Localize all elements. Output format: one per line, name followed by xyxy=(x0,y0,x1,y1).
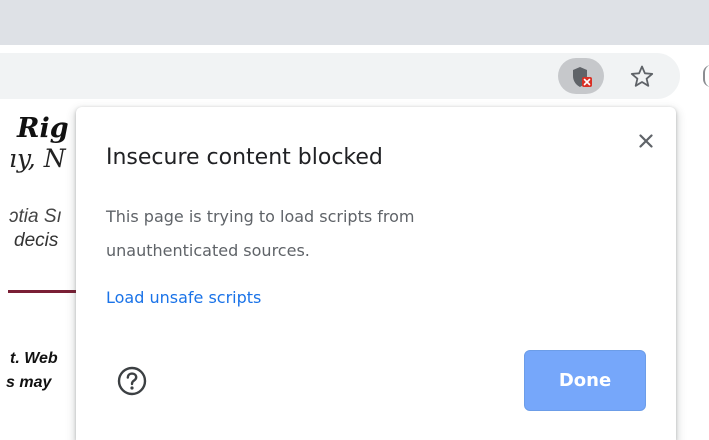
insecure-content-blocked-icon xyxy=(573,67,592,87)
close-button[interactable] xyxy=(632,127,660,155)
page-text-fragment: t. Web xyxy=(10,350,58,367)
help-button[interactable] xyxy=(116,365,148,397)
done-button[interactable]: Done xyxy=(524,350,646,411)
help-circle-icon xyxy=(117,366,147,396)
page-subheading-fragment: ıy, N xyxy=(9,144,66,173)
browser-toolbar xyxy=(0,45,709,107)
page-text-fragment: decis xyxy=(14,230,59,251)
page-heading-fragment: Rig xyxy=(17,113,69,144)
page-text-fragment: ɔtia Sı xyxy=(9,206,62,227)
profile-icon[interactable] xyxy=(703,65,709,87)
page-text-fragment: s may xyxy=(6,374,52,391)
bookmark-star-button[interactable] xyxy=(625,60,659,94)
popup-message: This page is trying to load scripts from… xyxy=(106,207,415,260)
insecure-content-popup: Insecure content blocked This page is tr… xyxy=(76,107,676,440)
tab-strip xyxy=(0,0,709,45)
load-unsafe-scripts-link[interactable]: Load unsafe scripts xyxy=(106,288,261,307)
insecure-content-blocked-button[interactable] xyxy=(558,58,604,94)
bookmark-star-icon xyxy=(630,65,654,87)
close-icon xyxy=(639,134,653,148)
popup-title: Insecure content blocked xyxy=(106,145,383,170)
